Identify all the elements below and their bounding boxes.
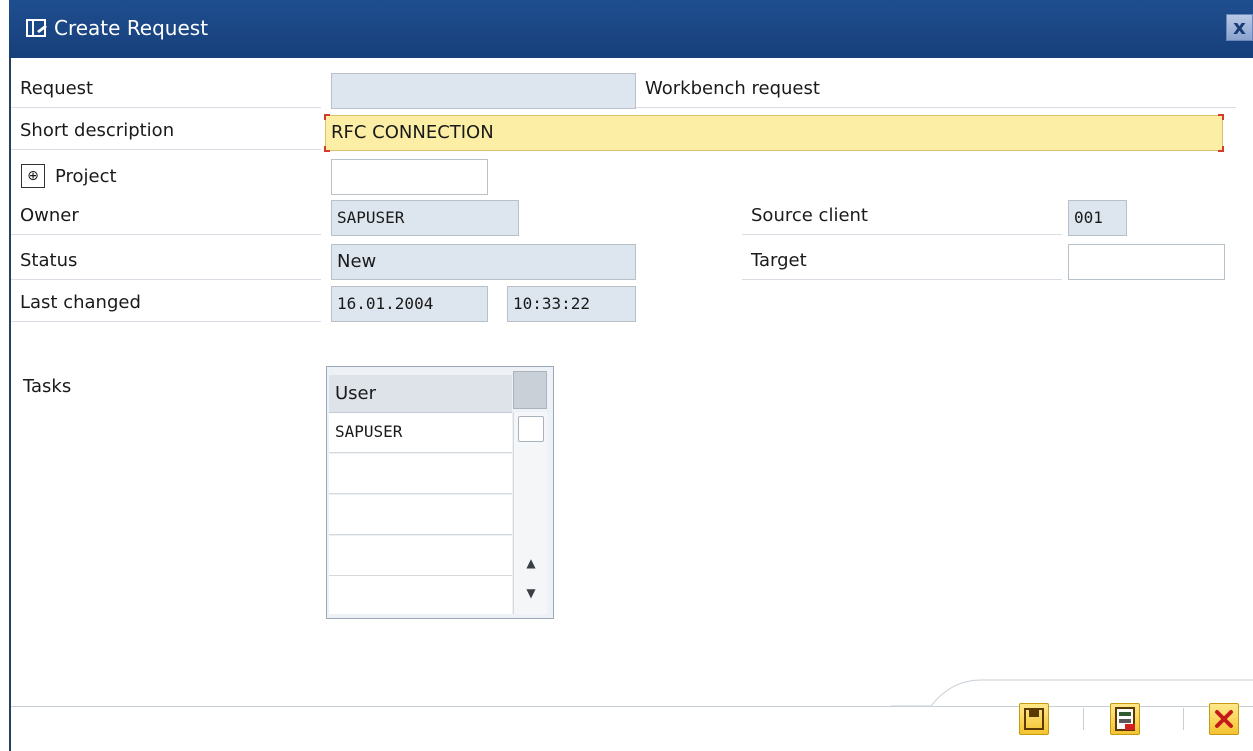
table-row[interactable] [329, 454, 512, 494]
table-row[interactable] [329, 536, 512, 576]
project-field[interactable] [331, 159, 488, 195]
table-row[interactable] [329, 495, 512, 535]
cancel-button[interactable] [1209, 703, 1239, 735]
source-client-field[interactable]: 001 [1068, 200, 1127, 236]
last-changed-label: Last changed [11, 288, 321, 322]
window-title: Create Request [54, 16, 209, 40]
tasks-label: Tasks [23, 376, 72, 397]
scroll-down-icon[interactable]: ▼ [518, 580, 544, 606]
tasks-table: User SAPUSER ▲ ▼ [326, 366, 554, 619]
owner-field[interactable]: SAPUSER [331, 200, 519, 236]
close-button[interactable]: x [1226, 14, 1253, 41]
last-changed-date-field[interactable]: 16.01.2004 [331, 286, 488, 322]
toolbar-separator [1083, 708, 1084, 730]
target-field[interactable] [1068, 244, 1225, 280]
save-icon [1024, 708, 1044, 730]
save-button[interactable] [1019, 703, 1049, 735]
title-bar: Create Request x [9, 0, 1253, 58]
toolbar-separator [1183, 708, 1184, 730]
request-type-text: Workbench request [636, 74, 1236, 108]
scrollbar-thumb[interactable] [518, 416, 544, 442]
dialog-body: Request Workbench request Short descript… [9, 58, 1253, 751]
request-label: Request [11, 74, 321, 108]
table-row[interactable]: SAPUSER [329, 413, 512, 453]
short-description-field[interactable]: RFC CONNECTION [325, 115, 1223, 151]
request-field[interactable] [331, 73, 636, 109]
short-description-label: Short description [11, 116, 321, 150]
scroll-up-icon[interactable]: ▲ [518, 550, 544, 576]
cancel-icon [1215, 710, 1233, 728]
required-corner-br [1218, 146, 1224, 152]
target-label: Target [742, 246, 1062, 280]
status-label: Status [11, 246, 321, 280]
footer-divider [11, 706, 1253, 707]
status-field[interactable]: New [331, 244, 636, 280]
vertical-scrollbar[interactable]: ▲ ▼ [513, 412, 547, 614]
project-label: Project [55, 166, 117, 187]
last-changed-time-field[interactable]: 10:33:22 [507, 286, 636, 322]
project-icon[interactable]: ⊕ [21, 164, 45, 188]
save-local-icon [1115, 707, 1135, 731]
source-client-label: Source client [742, 201, 1062, 235]
table-row[interactable] [329, 576, 512, 614]
owner-label: Owner [11, 201, 321, 235]
required-corner-tl [324, 114, 330, 120]
column-header-user[interactable]: User [329, 375, 512, 413]
save-local-button[interactable] [1110, 703, 1140, 735]
required-corner-bl [324, 146, 330, 152]
create-request-icon [26, 19, 47, 37]
footer-curve [891, 679, 1253, 707]
select-all-button[interactable] [513, 371, 547, 409]
required-corner-tr [1218, 114, 1224, 120]
